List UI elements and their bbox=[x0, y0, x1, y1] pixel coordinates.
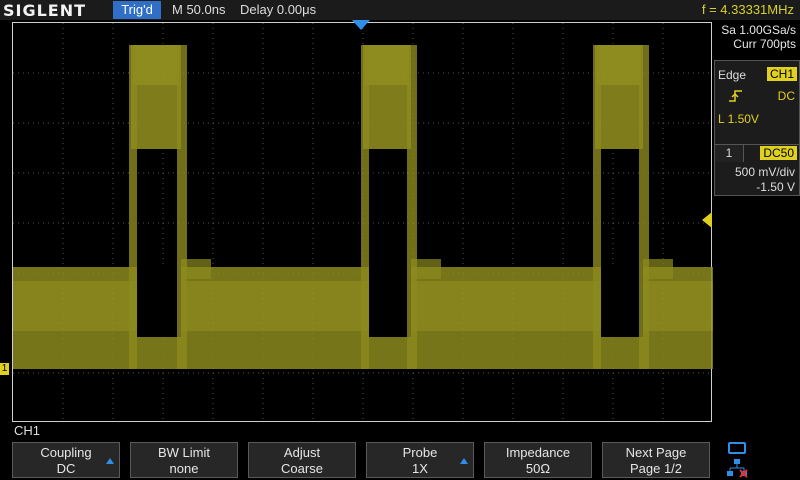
rising-edge-icon bbox=[729, 90, 742, 102]
menu-arrow-icon bbox=[106, 458, 114, 464]
menu-arrow-icon bbox=[460, 458, 468, 464]
acquisition-info: Sa 1.00GSa/s Curr 700pts bbox=[714, 23, 800, 59]
trigger-status-badge: Trig'd bbox=[113, 1, 161, 19]
softkey-adjust[interactable]: Adjust Coarse bbox=[248, 442, 356, 478]
softkey-value: 1X bbox=[412, 461, 428, 476]
timebase-readout[interactable]: M 50.0ns bbox=[172, 2, 225, 17]
softkey-title: Coupling bbox=[40, 445, 92, 460]
trigger-coupling: DC bbox=[777, 89, 795, 103]
softkey-impedance[interactable]: Impedance 50Ω bbox=[484, 442, 592, 478]
waveform-grid bbox=[12, 22, 713, 423]
frequency-readout: f = 4.33331MHz bbox=[701, 2, 794, 17]
trigger-source: CH1 bbox=[766, 67, 797, 81]
brand-logo: SIGLENT bbox=[3, 1, 87, 20]
sample-rate: Sa 1.00GSa/s bbox=[721, 23, 796, 37]
softkey-value: 50Ω bbox=[525, 461, 551, 476]
trigger-level: L 1.50V bbox=[718, 112, 759, 126]
softkey-title: Adjust bbox=[283, 445, 321, 460]
softkey-value: none bbox=[169, 461, 199, 476]
channel-info-box[interactable]: 1 DC50 500 mV/div -1.50 V bbox=[714, 144, 800, 196]
right-info-panel: Sa 1.00GSa/s Curr 700pts Edge CH1 DC L 1… bbox=[714, 20, 800, 430]
channel-impedance: DC50 bbox=[760, 146, 797, 160]
softkey-probe[interactable]: Probe 1X bbox=[366, 442, 474, 478]
vertical-scale: 500 mV/div bbox=[734, 165, 795, 179]
ch1-trace bbox=[13, 45, 713, 369]
trigger-position-marker[interactable] bbox=[352, 20, 370, 30]
ch1-ground-marker[interactable]: 1 bbox=[0, 363, 9, 375]
channel-number: 1 bbox=[715, 145, 744, 162]
softkey-value: Page 1/2 bbox=[629, 461, 683, 476]
waveform-display bbox=[13, 23, 713, 423]
vertical-offset: -1.50 V bbox=[756, 180, 795, 194]
usb-storage-icon bbox=[728, 442, 746, 454]
softkey-title: Next Page bbox=[625, 445, 687, 460]
softkey-coupling[interactable]: Coupling DC bbox=[12, 442, 120, 478]
softkey-value: DC bbox=[56, 461, 76, 476]
softkey-value: Coarse bbox=[281, 461, 323, 476]
softkey-title: BW Limit bbox=[158, 445, 210, 460]
softkey-title: Impedance bbox=[505, 445, 571, 460]
softkey-title: Probe bbox=[402, 445, 438, 460]
menu-channel-label: CH1 bbox=[14, 423, 41, 438]
softkey-next-page[interactable]: Next Page Page 1/2 bbox=[602, 442, 710, 478]
delay-readout[interactable]: Delay 0.00μs bbox=[240, 2, 316, 17]
trigger-level-marker[interactable] bbox=[702, 212, 712, 228]
top-status-bar: SIGLENT Trig'd M 50.0ns Delay 0.00μs f =… bbox=[0, 0, 800, 20]
softkey-bw-limit[interactable]: BW Limit none bbox=[130, 442, 238, 478]
trigger-info-box[interactable]: Edge CH1 DC L 1.50V bbox=[714, 60, 800, 152]
network-icon bbox=[727, 459, 748, 478]
trigger-type: Edge bbox=[718, 68, 747, 82]
memory-depth: Curr 700pts bbox=[733, 37, 796, 51]
